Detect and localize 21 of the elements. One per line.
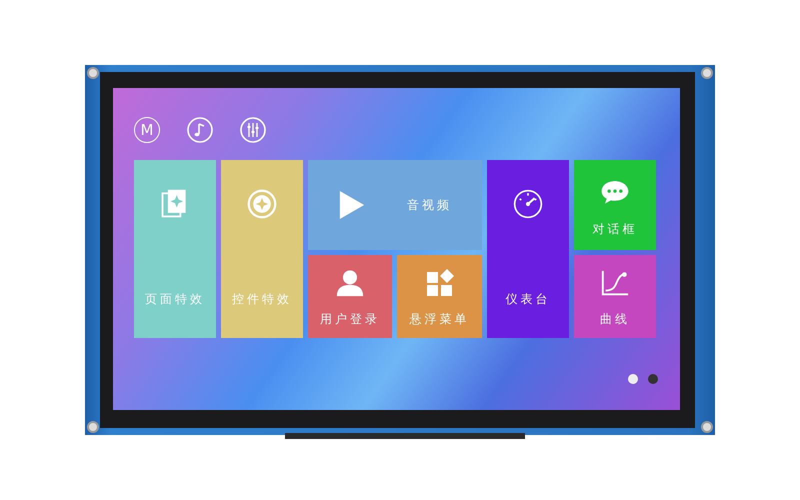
menu-tile[interactable]: 仪表台 [487,160,569,338]
menu-tile[interactable]: 用户登录 [308,255,392,338]
widgets-icon [424,267,454,299]
page-indicator-dot[interactable] [628,374,638,384]
mounting-hole-icon [87,421,99,433]
menu-tile[interactable]: 控件特效 [221,160,303,338]
mounting-hole-icon [87,67,99,79]
menu-tile[interactable]: 对话框 [574,160,656,250]
compass-icon [247,188,277,220]
menu-tile[interactable]: 曲线 [574,255,656,338]
menu-tile[interactable]: 悬浮菜单 [397,255,482,338]
music-note-icon[interactable] [187,117,213,143]
mounting-hole-icon [701,421,713,433]
mode-button[interactable]: M [134,117,160,143]
gauge-icon [513,188,543,220]
mounting-hole-icon [701,67,713,79]
sliders-icon[interactable] [240,117,266,143]
play-icon [338,189,366,221]
menu-tile[interactable]: 音视频 [308,160,482,250]
page-indicator-dot[interactable] [648,374,658,384]
menu-tile[interactable]: 页面特效 [134,160,216,338]
